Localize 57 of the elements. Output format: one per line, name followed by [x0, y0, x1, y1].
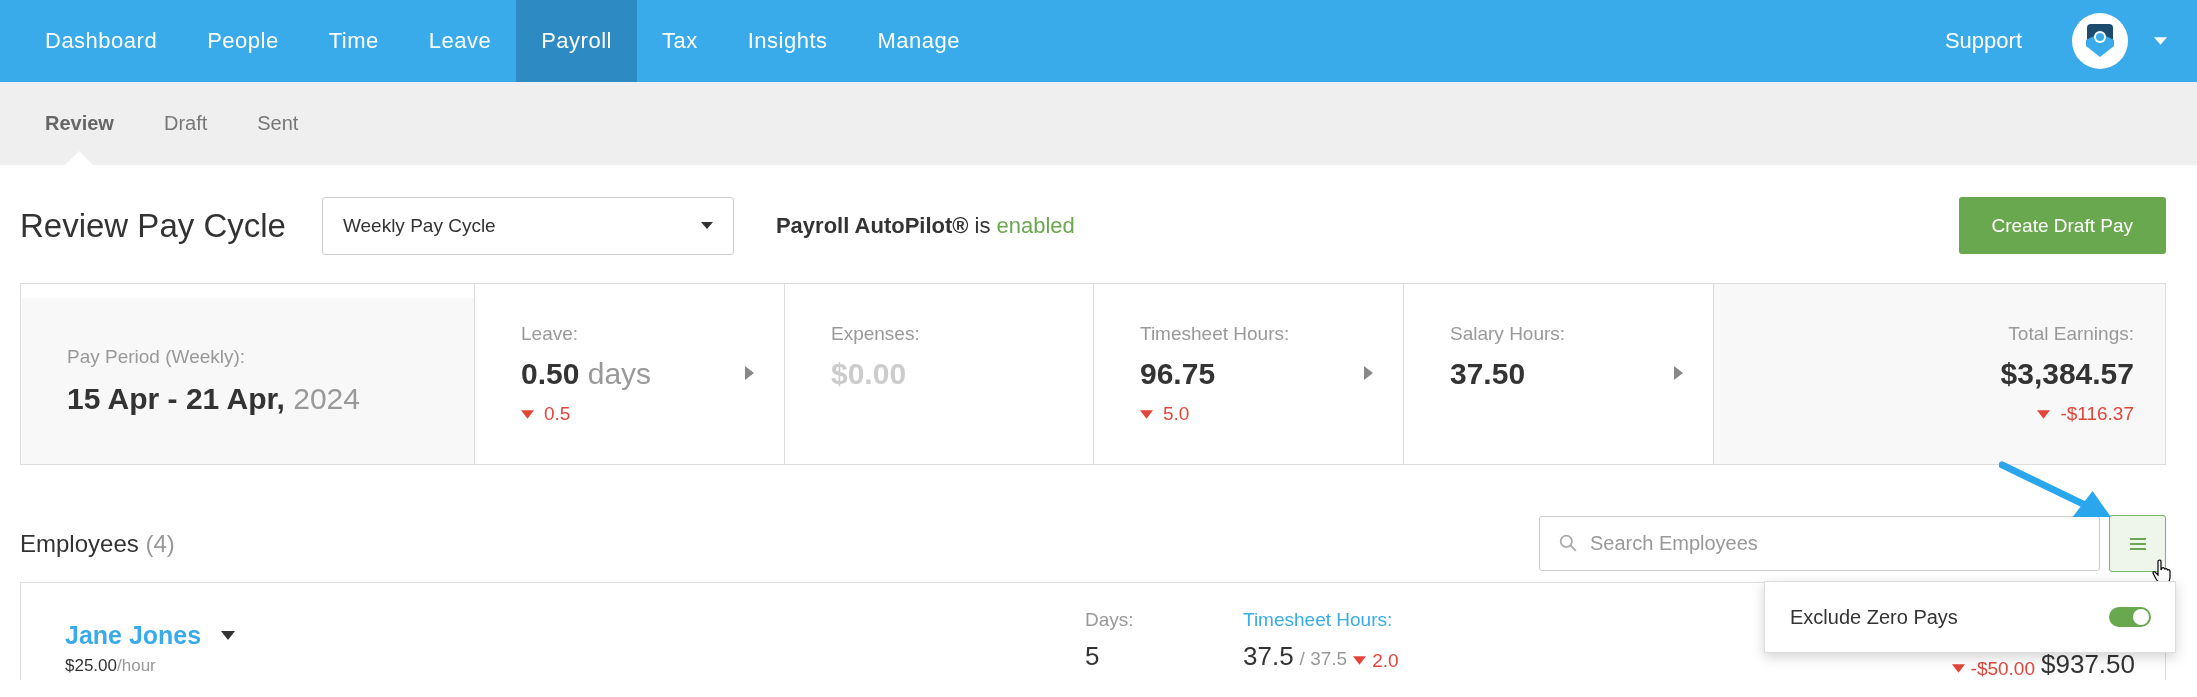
search-field[interactable]: Search Employees	[1539, 516, 2100, 571]
pay-amount: -$50.00 $937.50	[1951, 649, 2135, 680]
change-indicator: -$116.37	[2037, 403, 2134, 425]
summary-label: Leave:	[521, 323, 580, 345]
page-title: Review Pay Cycle	[20, 206, 286, 245]
menu-button[interactable]	[2109, 515, 2166, 572]
sub-tab[interactable]: Draft	[138, 112, 233, 135]
menu-option-label: Exclude Zero Pays	[1790, 605, 1958, 629]
down-triangle-icon	[1951, 664, 1965, 673]
nav-tab[interactable]: Tax	[636, 0, 723, 82]
nav-tab[interactable]: Payroll	[516, 0, 637, 82]
pay-rate: $25.00/hour	[65, 656, 157, 676]
dropdown-caret-icon[interactable]	[221, 631, 236, 640]
autopilot-text: is	[974, 212, 991, 239]
down-triangle-icon	[2037, 409, 2051, 419]
summary-value: 0.50 days	[521, 357, 653, 391]
toggle-switch[interactable]	[2109, 607, 2151, 627]
support-link[interactable]: Support	[1944, 28, 2022, 54]
summary-value: $3,384.57	[2000, 357, 2134, 391]
search-icon	[1559, 534, 1577, 552]
nav-tab[interactable]: People	[182, 0, 304, 82]
days-value: 5	[1085, 641, 1101, 672]
nav-tab[interactable]: Manage	[852, 0, 986, 82]
hours-value: 37.5 / 37.5 2.0	[1243, 641, 1400, 672]
nav-tab[interactable]: Time	[303, 0, 404, 82]
expand-arrow-icon[interactable]	[1364, 366, 1373, 380]
pay-cycle-dropdown[interactable]: Weekly Pay Cycle	[321, 196, 734, 255]
down-triangle-icon	[1140, 409, 1153, 419]
expand-arrow-icon[interactable]	[745, 366, 754, 380]
create-draft-pay-button[interactable]: Create Draft Pay	[1958, 197, 2166, 254]
summary-label: Salary Hours:	[1450, 322, 1567, 345]
summary-label: Expenses:	[831, 322, 921, 345]
summary-value: 96.75	[1140, 357, 1217, 391]
summary-label: Total Earnings:	[2008, 323, 2134, 345]
employees-heading: Employees (4)	[20, 529, 175, 558]
change-indicator: 5.0	[1140, 403, 1357, 425]
sub-tab[interactable]: Sent	[232, 112, 324, 135]
change-indicator: 0.5	[521, 403, 738, 425]
nav-tab[interactable]: Leave	[403, 0, 517, 82]
days-label: Days:	[1085, 609, 1135, 631]
autopilot-label: Payroll AutoPilot®	[775, 212, 969, 239]
nav-tab[interactable]: Dashboard	[20, 0, 183, 82]
expand-arrow-icon[interactable]	[1674, 366, 1683, 380]
employee-name-link[interactable]: Jane Jones	[65, 621, 202, 650]
sub-tab[interactable]: Review	[20, 112, 139, 135]
dropdown-caret-icon	[700, 222, 713, 229]
summary-value: 15 Apr - 21 Apr, 2024	[67, 382, 361, 416]
summary-value: 37.50	[1450, 356, 1527, 391]
timesheet-hours-link[interactable]: Timesheet Hours:	[1243, 609, 1743, 631]
summary-label: Timesheet Hours:	[1140, 323, 1291, 345]
account-logo-icon[interactable]	[2072, 13, 2128, 69]
autopilot-status: enabled	[996, 212, 1075, 239]
down-triangle-icon	[1353, 656, 1367, 665]
nav-tab[interactable]: Insights	[722, 0, 853, 82]
menu-icon	[2129, 537, 2146, 550]
down-triangle-icon	[521, 409, 534, 419]
summary-label: Pay Period (Weekly):	[67, 346, 247, 368]
